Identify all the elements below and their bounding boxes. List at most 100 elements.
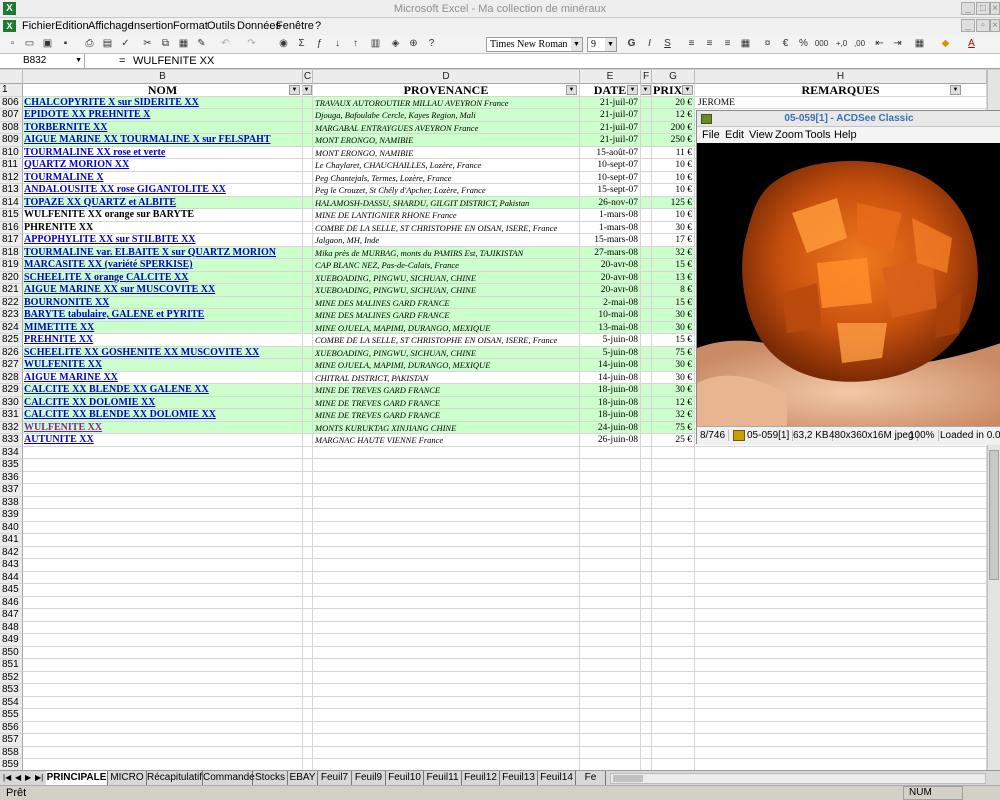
cell-date[interactable] (580, 546, 641, 559)
cell-date[interactable] (580, 609, 641, 622)
column-header-c[interactable]: C (303, 70, 313, 84)
sheet-tab[interactable]: Feuil9 (352, 771, 386, 785)
cell-prix[interactable] (652, 496, 695, 509)
cell-prix[interactable]: 25 € (652, 434, 695, 447)
permission-icon[interactable]: ▪ (58, 37, 73, 51)
mineral-name-link[interactable]: ANDALOUSITE XX rose GIGANTOLITE XX (24, 184, 226, 195)
cell-f[interactable] (641, 234, 652, 247)
cell-date[interactable] (580, 559, 641, 572)
cell-remarques[interactable] (695, 734, 987, 747)
cell-nom[interactable] (23, 471, 303, 484)
row-number[interactable]: 808 (0, 121, 23, 134)
cell-nom[interactable] (23, 634, 303, 647)
cell-date[interactable] (580, 621, 641, 634)
function-icon[interactable]: ƒ (312, 37, 327, 51)
align-left-icon[interactable]: ≡ (684, 37, 699, 51)
cell-nom[interactable] (23, 546, 303, 559)
cell-f[interactable] (641, 321, 652, 334)
cell-prix[interactable]: 13 € (652, 271, 695, 284)
sheet-tab[interactable]: Feuil13 (500, 771, 538, 785)
cell-f[interactable] (641, 596, 652, 609)
cell-nom[interactable]: BOURNONITE XX (23, 296, 303, 309)
cell-date[interactable]: 10-mai-08 (580, 309, 641, 322)
cell-c[interactable] (303, 234, 313, 247)
header-provenance[interactable]: PROVENANCE ▼ (313, 84, 580, 97)
row-number[interactable]: 847 (0, 609, 23, 622)
cell-f[interactable] (641, 421, 652, 434)
hyperlink-icon[interactable]: ◉ (276, 37, 291, 51)
mineral-name-link[interactable]: TOURMALINE var. ELBAITE X sur QUARTZ MOR… (24, 247, 276, 258)
cell-c[interactable] (303, 196, 313, 209)
cell-remarques[interactable] (695, 534, 987, 547)
cell-prix[interactable] (652, 634, 695, 647)
cell-nom[interactable]: AIGUE MARINE XX (23, 371, 303, 384)
cell-prix[interactable] (652, 671, 695, 684)
mineral-name-link[interactable]: WULFENITE XX (24, 422, 102, 433)
row-number[interactable]: 815 (0, 209, 23, 222)
cell-provenance[interactable] (313, 559, 580, 572)
column-header-h[interactable]: H (695, 70, 987, 84)
row-number[interactable]: 812 (0, 171, 23, 184)
cell-c[interactable] (303, 521, 313, 534)
cell-c[interactable] (303, 334, 313, 347)
cell-c[interactable] (303, 584, 313, 597)
cell-date[interactable] (580, 471, 641, 484)
percent-icon[interactable]: % (796, 37, 811, 51)
row-number[interactable]: 857 (0, 734, 23, 747)
row-number[interactable]: 850 (0, 646, 23, 659)
cell-c[interactable] (303, 734, 313, 747)
cell-nom[interactable] (23, 671, 303, 684)
cell-date[interactable] (580, 596, 641, 609)
cell-c[interactable] (303, 284, 313, 297)
cell-c[interactable] (303, 459, 313, 472)
column-header-d[interactable]: D (313, 70, 580, 84)
cell-c[interactable] (303, 209, 313, 222)
minimize-button[interactable]: _ (961, 2, 975, 15)
cell-provenance[interactable] (313, 534, 580, 547)
cell-c[interactable] (303, 359, 313, 372)
cell-remarques[interactable] (695, 521, 987, 534)
cell-prix[interactable]: 30 € (652, 321, 695, 334)
cell-provenance[interactable] (313, 621, 580, 634)
cell-prix[interactable] (652, 596, 695, 609)
cell-remarques[interactable] (695, 621, 987, 634)
row-number[interactable]: 849 (0, 634, 23, 647)
cell-c[interactable] (303, 534, 313, 547)
cell-nom[interactable] (23, 646, 303, 659)
cell-c[interactable] (303, 96, 313, 109)
borders-icon[interactable]: ▦ (912, 37, 927, 51)
row-number[interactable]: 819 (0, 259, 23, 272)
cell-nom[interactable]: TORBERNITE XX (23, 121, 303, 134)
cell-nom[interactable]: SCHEELITE XX GOSHENITE XX MUSCOVITE XX (23, 346, 303, 359)
cell-prix[interactable] (652, 559, 695, 572)
cell-f[interactable] (641, 671, 652, 684)
drawing-icon[interactable]: ◈ (388, 37, 403, 51)
cell-remarques[interactable] (695, 459, 987, 472)
cell-remarques[interactable] (695, 746, 987, 759)
sheet-tab[interactable]: Feuil12 (462, 771, 500, 785)
workbook-icon[interactable]: X (3, 20, 16, 32)
cell-prix[interactable]: 10 € (652, 159, 695, 172)
cell-date[interactable]: 20-avr-08 (580, 284, 641, 297)
row-number[interactable]: 817 (0, 234, 23, 247)
mineral-name-link[interactable]: QUARTZ MORION XX (24, 159, 129, 170)
menu-insertion[interactable]: Insertion (131, 20, 173, 32)
row-number[interactable]: 840 (0, 521, 23, 534)
cell-provenance[interactable] (313, 509, 580, 522)
filter-dropdown-icon[interactable]: ▼ (289, 85, 300, 95)
header-nom[interactable]: NOM ▼ (23, 84, 303, 97)
cell-provenance[interactable] (313, 496, 580, 509)
cell-provenance[interactable]: CAP BLANC NEZ, Pas-de-Calais, France (313, 259, 580, 272)
cell-prix[interactable] (652, 734, 695, 747)
cell-provenance[interactable]: CHITRAL DISTRICT, PAKISTAN (313, 371, 580, 384)
cell-prix[interactable] (652, 584, 695, 597)
cell-prix[interactable] (652, 521, 695, 534)
cell-date[interactable]: 15-mars-08 (580, 234, 641, 247)
cell-c[interactable] (303, 696, 313, 709)
cell-date[interactable]: 18-juin-08 (580, 396, 641, 409)
cell-date[interactable] (580, 634, 641, 647)
cell-date[interactable] (580, 684, 641, 697)
cell-f[interactable] (641, 509, 652, 522)
row-number[interactable]: 809 (0, 134, 23, 147)
mineral-name-link[interactable]: AIGUE MARINE XX (24, 372, 118, 383)
